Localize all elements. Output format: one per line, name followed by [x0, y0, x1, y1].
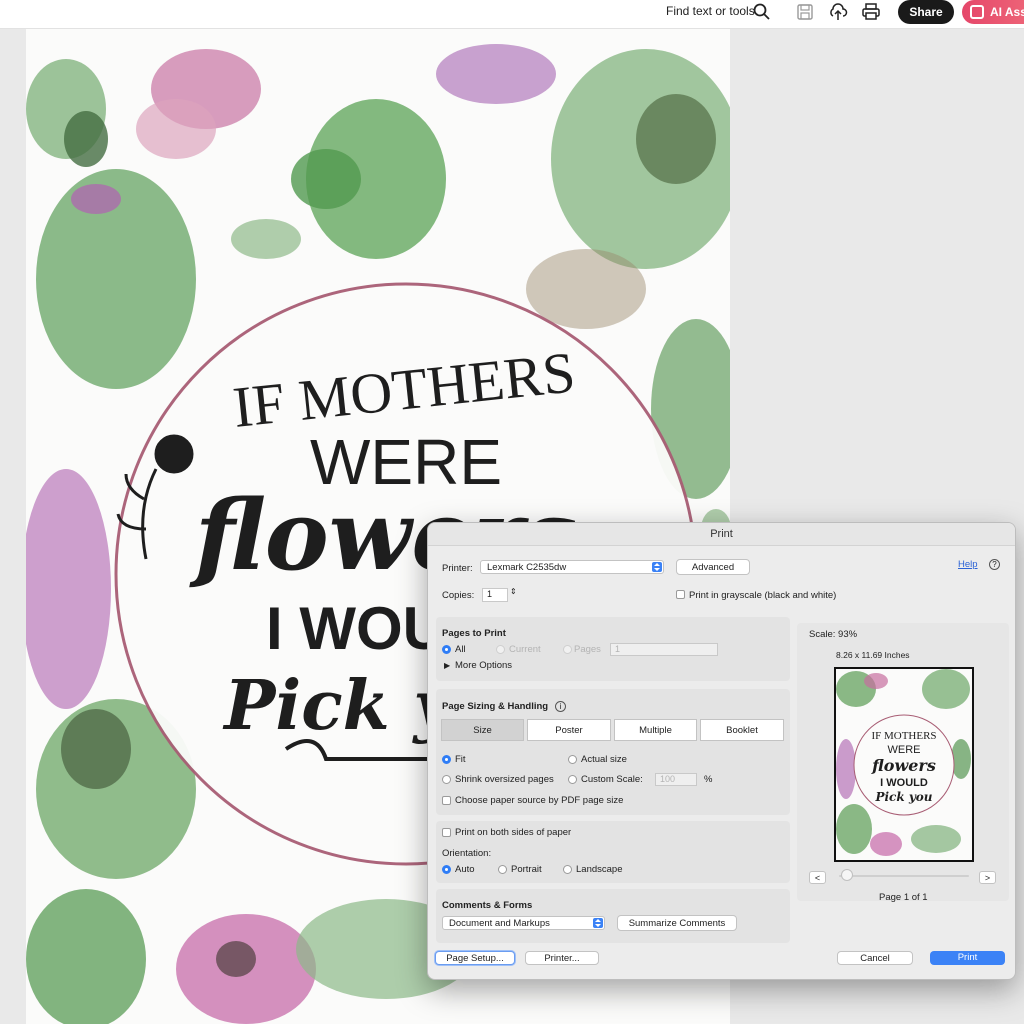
page-info-label: Page 1 of 1: [879, 892, 928, 903]
shrink-radio[interactable]: [442, 775, 451, 784]
page-slider-track[interactable]: [839, 875, 969, 877]
printer-button[interactable]: Printer...: [525, 951, 599, 965]
upload-icon[interactable]: [828, 2, 848, 22]
actual-size-radio[interactable]: [568, 755, 577, 764]
chevron-updown-icon: [652, 562, 662, 572]
page-preview-thumbnail: IF MOTHERS WERE flowers I WOULD Pick you: [834, 667, 974, 862]
pages-range-input[interactable]: 1: [610, 643, 718, 656]
paper-size-label: 8.26 x 11.69 Inches: [836, 650, 910, 660]
tab-multiple[interactable]: Multiple: [614, 719, 697, 741]
grayscale-checkbox[interactable]: [676, 590, 685, 599]
copies-stepper-icon[interactable]: ⇕: [510, 587, 517, 596]
summarize-comments-button[interactable]: Summarize Comments: [617, 915, 737, 931]
custom-scale-input[interactable]: 100: [655, 773, 697, 786]
print-dialog: Print Printer: Lexmark C2535dw Advanced …: [427, 522, 1016, 980]
both-sides-checkbox[interactable]: [442, 828, 451, 837]
prev-page-button[interactable]: <: [809, 871, 826, 884]
comments-title: Comments & Forms: [442, 900, 533, 911]
printer-select[interactable]: Lexmark C2535dw: [480, 560, 664, 574]
find-text-tools-label[interactable]: Find text or tools: [666, 4, 755, 18]
more-options-label[interactable]: More Options: [455, 660, 512, 671]
page-sizing-section: Page Sizing & Handling i Size Poster Mul…: [436, 689, 790, 815]
ai-assistant-icon: [970, 5, 984, 19]
preview-line-5: Pick you: [874, 790, 932, 804]
orientation-portrait-radio[interactable]: [498, 865, 507, 874]
tab-booklet[interactable]: Booklet: [700, 719, 784, 741]
pages-to-print-title: Pages to Print: [442, 628, 506, 639]
grayscale-label: Print in grayscale (black and white): [689, 590, 837, 601]
printer-label: Printer:: [442, 563, 473, 574]
orientation-section: Print on both sides of paper Orientation…: [436, 821, 790, 883]
orientation-auto-label: Auto: [455, 864, 475, 875]
fit-radio[interactable]: [442, 755, 451, 764]
comments-select[interactable]: Document and Markups: [442, 916, 605, 930]
pages-to-print-section: Pages to Print All Current Pages 1 ▶ Mor…: [436, 617, 790, 681]
scale-label: Scale: 93%: [809, 629, 858, 640]
search-icon[interactable]: [752, 2, 772, 22]
orientation-portrait-label: Portrait: [511, 864, 542, 875]
orientation-landscape-label: Landscape: [576, 864, 623, 875]
pages-range-label: Pages: [574, 644, 601, 655]
pages-range-radio[interactable]: [563, 645, 572, 654]
comments-section: Comments & Forms Document and Markups Su…: [436, 889, 790, 943]
info-icon[interactable]: i: [555, 701, 566, 712]
both-sides-label: Print on both sides of paper: [455, 827, 572, 838]
chevron-updown-icon: [593, 918, 603, 928]
custom-scale-label: Custom Scale:: [581, 774, 643, 785]
fit-label: Fit: [455, 754, 466, 765]
disclosure-triangle-icon[interactable]: ▶: [444, 661, 450, 670]
copies-label: Copies:: [442, 590, 475, 601]
page-setup-button[interactable]: Page Setup...: [435, 951, 515, 965]
ai-assistant-label: AI Assi: [990, 5, 1024, 19]
preview-line-1: IF MOTHERS: [871, 730, 936, 742]
advanced-button[interactable]: Advanced: [676, 559, 750, 575]
pages-current-radio[interactable]: [496, 645, 505, 654]
shrink-label: Shrink oversized pages: [455, 774, 554, 785]
preview-line-3: flowers: [871, 756, 936, 775]
share-button[interactable]: Share: [898, 0, 954, 24]
cancel-button[interactable]: Cancel: [837, 951, 913, 965]
custom-scale-radio[interactable]: [568, 775, 577, 784]
tab-size[interactable]: Size: [441, 719, 524, 741]
pages-current-label: Current: [509, 644, 541, 655]
preview-line-4: I WOULD: [880, 777, 928, 789]
print-button[interactable]: Print: [930, 951, 1005, 965]
top-toolbar: Find text or tools Share AI Assi: [0, 0, 1024, 29]
pages-all-label: All: [455, 644, 466, 655]
next-page-button[interactable]: >: [979, 871, 996, 884]
percent-label: %: [704, 774, 713, 785]
preview-line-2: WERE: [888, 744, 921, 756]
dialog-title: Print: [428, 523, 1015, 546]
orientation-label: Orientation:: [442, 848, 492, 859]
page-sizing-title: Page Sizing & Handling: [442, 701, 549, 712]
help-link[interactable]: Help: [958, 559, 978, 570]
paper-source-checkbox[interactable]: [442, 796, 451, 805]
left-gutter: [0, 29, 26, 1024]
paper-source-label: Choose paper source by PDF page size: [455, 795, 624, 806]
comments-select-value: Document and Markups: [449, 918, 550, 929]
page-slider-thumb[interactable]: [841, 869, 853, 881]
actual-size-label: Actual size: [581, 754, 627, 765]
save-icon[interactable]: [795, 2, 815, 22]
print-icon[interactable]: [861, 2, 881, 22]
preview-artwork: IF MOTHERS WERE flowers I WOULD Pick you: [836, 669, 971, 856]
orientation-landscape-radio[interactable]: [563, 865, 572, 874]
orientation-auto-radio[interactable]: [442, 865, 451, 874]
ai-assistant-button[interactable]: AI Assi: [962, 0, 1024, 24]
pages-all-radio[interactable]: [442, 645, 451, 654]
tab-poster[interactable]: Poster: [527, 719, 611, 741]
printer-select-value: Lexmark C2535dw: [487, 562, 567, 573]
copies-input[interactable]: 1: [482, 588, 508, 602]
help-icon[interactable]: ?: [989, 559, 1000, 570]
